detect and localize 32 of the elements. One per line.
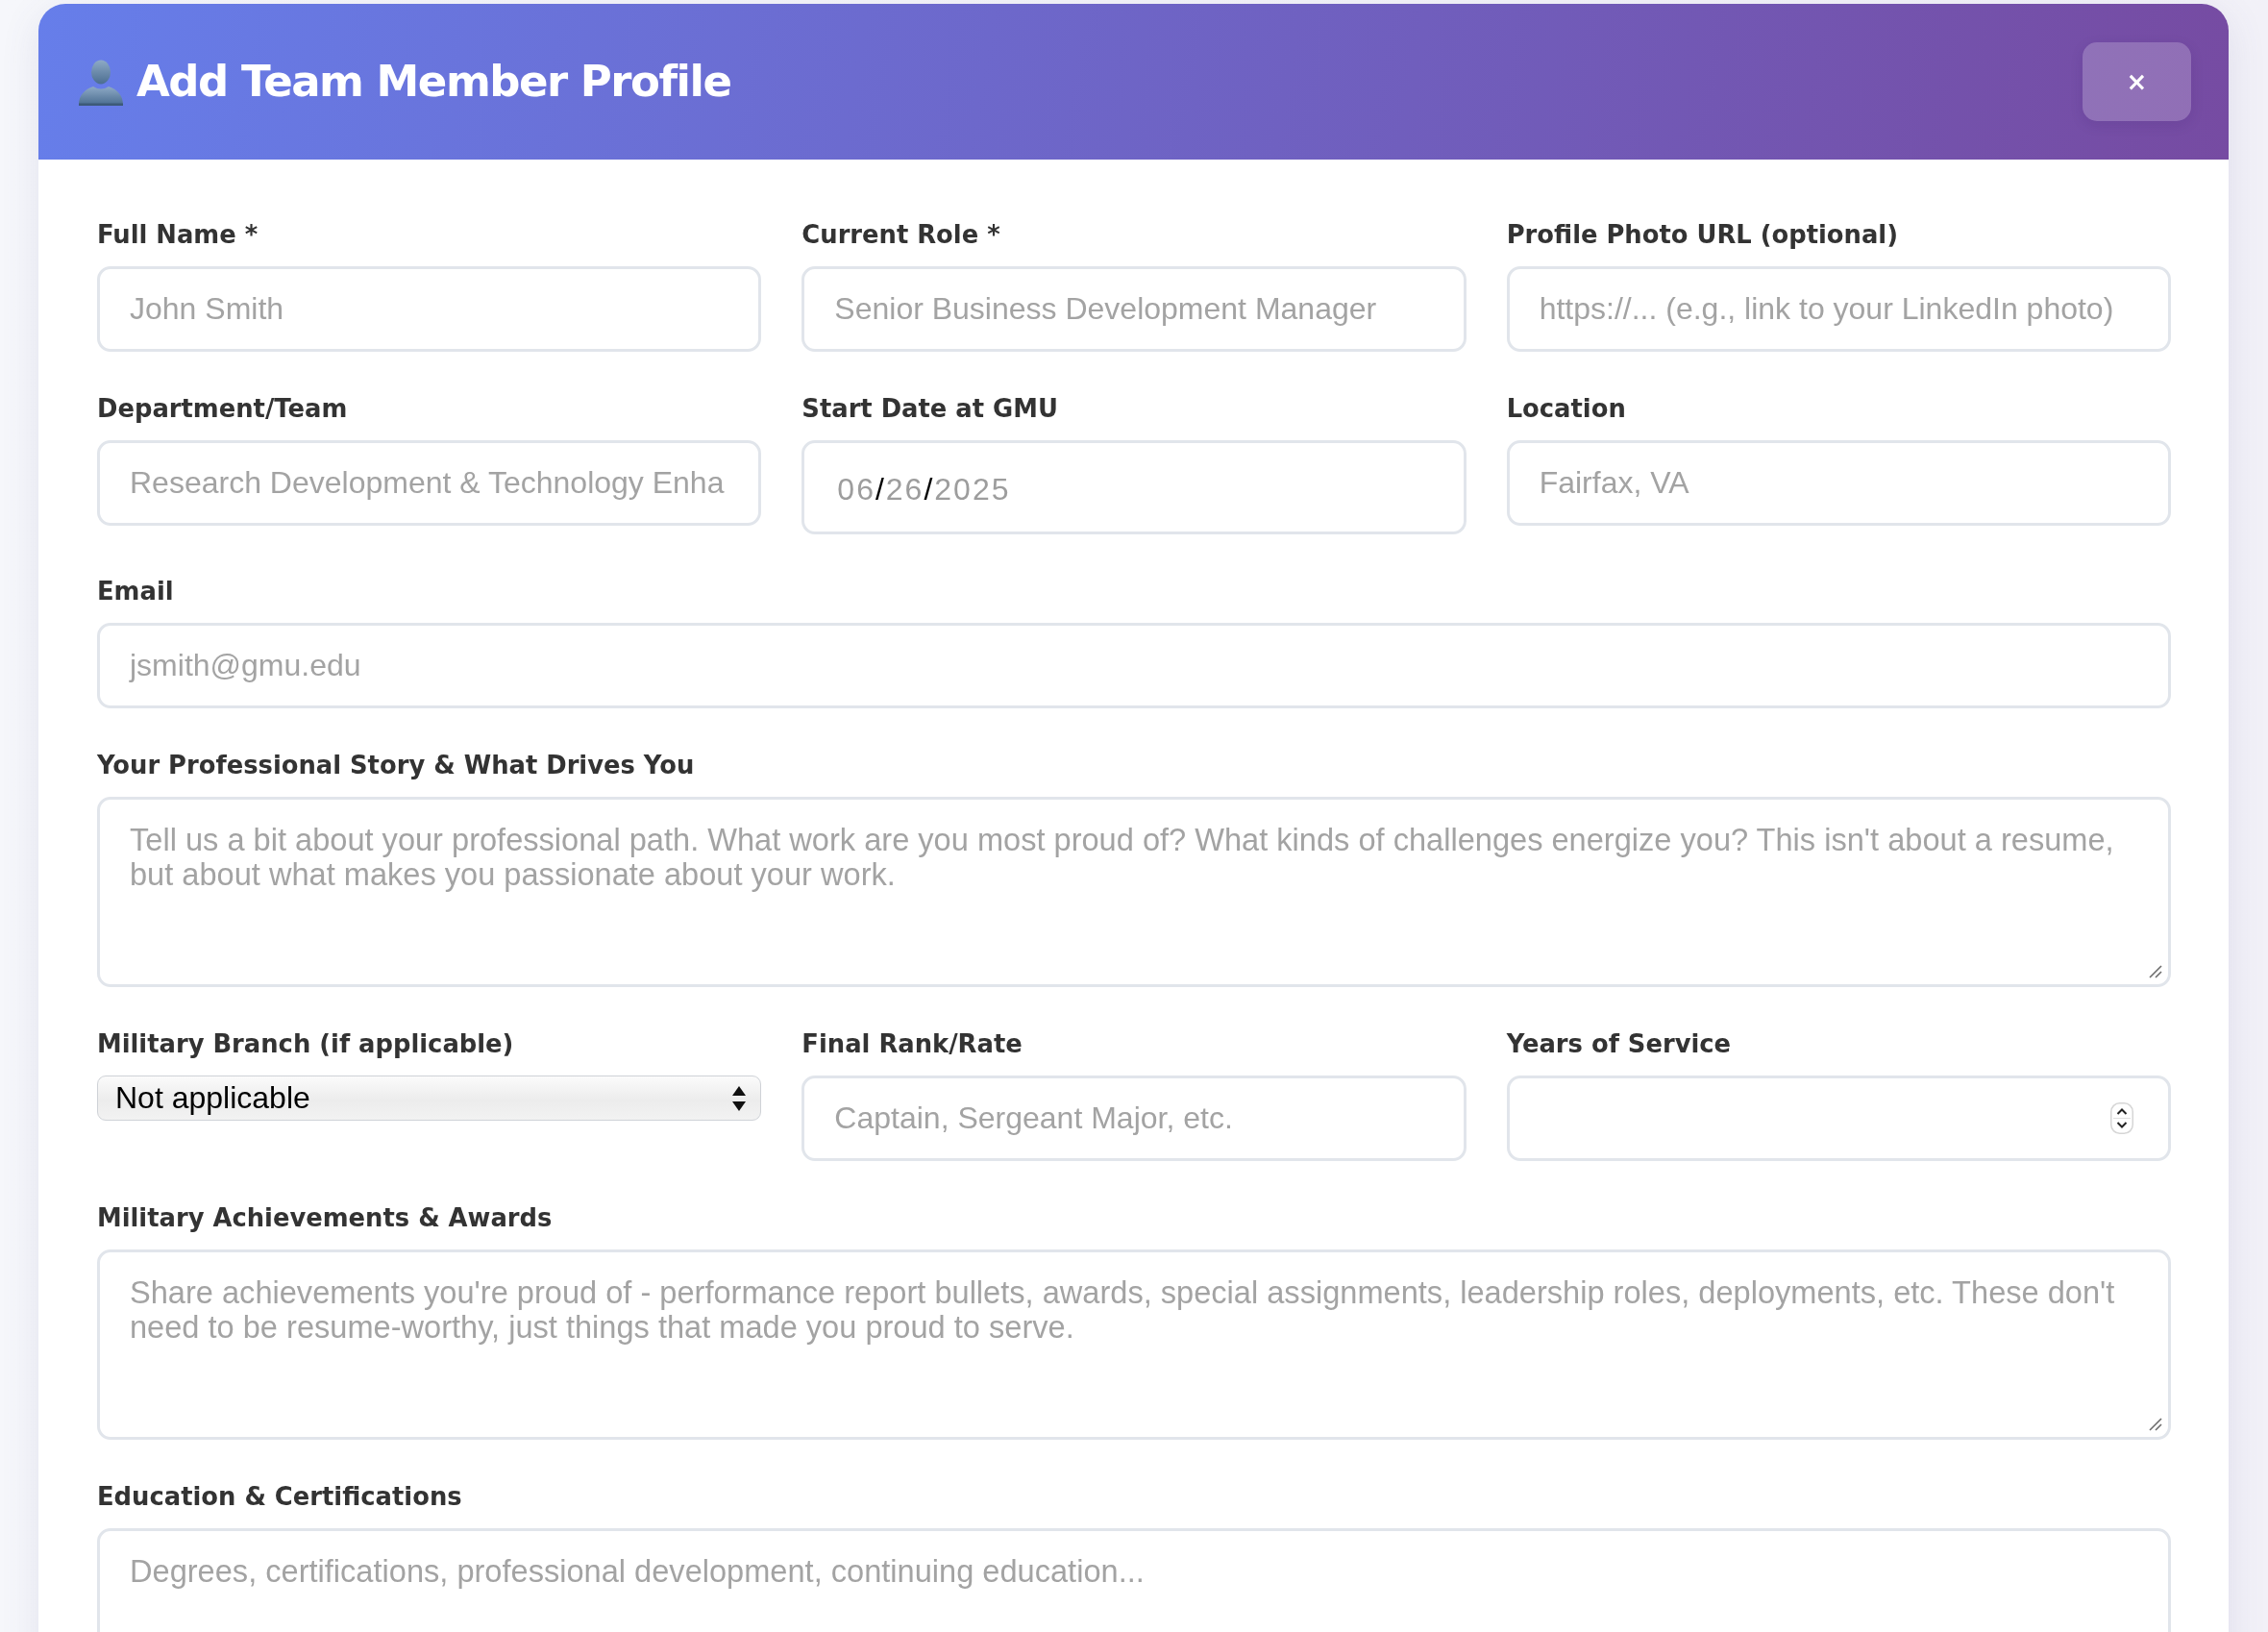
close-button[interactable]: × [2083,42,2191,121]
field-label: Final Rank/Rate [801,1028,1023,1059]
field-label: Education & Certifications [97,1481,462,1512]
text-input[interactable]: jsmith@gmu.edu [97,623,2171,708]
field-label: Military Achievements & Awards [97,1202,553,1233]
spinner-icon [2110,1102,2133,1134]
text-area[interactable]: Share achievements you're proud of - performance report bullets, awards, special assignments, leadership roles, deployments, etc. These don't need to be resume-worthy, just things that made you proud to serve. [97,1249,2171,1440]
field-label: Military Branch (if applicable) [97,1028,514,1059]
date-input[interactable]: 06/26/2025 [801,440,1467,534]
dropdown-select[interactable]: Not applicable [97,1076,762,1121]
dialog-title: Add Team Member Profile [136,56,731,108]
text-input[interactable]: Fairfax, VA [1506,440,2171,526]
text-input[interactable]: John Smith [97,266,762,352]
field-label: Location [1506,393,1626,424]
text-area[interactable]: Degrees, certifications, professional development, continuing education... [97,1528,2171,1632]
field-label: Department/Team [97,393,348,424]
field-label: Start Date at GMU [801,393,1058,424]
field-label: Current Role * [801,219,1000,250]
number-input[interactable] [1506,1076,2171,1161]
field-label: Email [97,576,174,606]
resize-handle-icon [2149,1418,2162,1431]
field-label: Profile Photo URL (optional) [1506,219,1898,250]
text-input[interactable]: Captain, Sergeant Major, etc. [801,1076,1467,1161]
text-input[interactable]: https://... (e.g., link to your LinkedIn photo) [1506,266,2171,352]
text-input[interactable]: Senior Business Development Manager [801,266,1467,352]
field-label: Full Name * [97,219,259,250]
field-label: Years of Service [1506,1028,1732,1059]
text-input[interactable]: Research Development & Technology Enha [97,440,762,526]
field-label: Your Professional Story & What Drives You [97,750,695,780]
person-silhouette-icon [77,60,125,106]
resize-handle-icon [2149,965,2162,978]
text-area[interactable]: Tell us a bit about your professional path. What work are you most proud of? What kinds of challenges energize you? This isn't about a resume, but about what makes you passionate about your work. [97,797,2171,987]
